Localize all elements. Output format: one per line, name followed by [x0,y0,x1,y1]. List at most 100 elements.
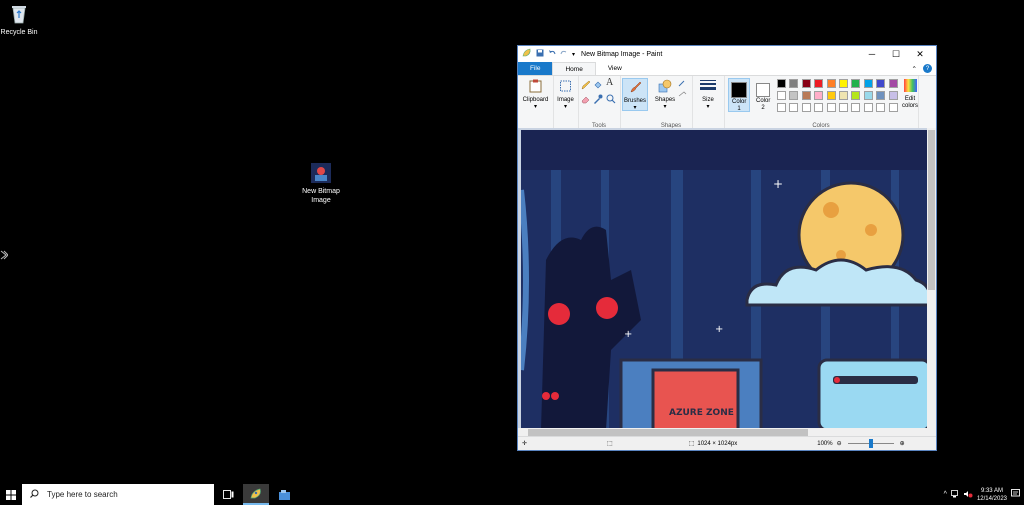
notifications-icon[interactable] [1011,489,1020,500]
palette-swatch[interactable] [839,91,848,100]
palette-swatch[interactable] [826,103,836,112]
color1-button[interactable]: Color 1 [728,78,750,112]
taskbar-file-explorer-app[interactable] [271,484,297,505]
clipboard-button[interactable]: Clipboard ▾ [520,79,551,111]
palette-swatch[interactable] [777,91,786,100]
horizontal-scroll-thumb[interactable] [528,429,808,436]
close-button[interactable]: ✕ [908,46,932,62]
palette-swatch[interactable] [814,103,824,112]
recycle-bin-icon[interactable]: Recycle Bin [0,3,47,37]
show-hidden-icons-icon[interactable]: ^ [944,491,947,498]
maximize-button[interactable]: ☐ [884,46,908,62]
bitmap-file-icon [310,162,332,184]
size-button[interactable]: Size ▾ [696,79,720,111]
new-bitmap-image-file[interactable]: New Bitmap Image [293,162,349,205]
palette-swatch[interactable] [789,103,799,112]
palette-swatch[interactable] [851,91,861,100]
palette-swatch[interactable] [789,79,799,88]
canvas-area[interactable]: + + + AZURE ZONE [518,128,936,430]
palette-swatch[interactable] [826,79,836,88]
edit-colors-label: Edit colors [901,96,918,109]
taskbar-paint-app[interactable] [243,484,269,505]
canvas-sign-text: AZURE ZONE [669,408,734,418]
zoom-in-button[interactable]: ⊕ [900,440,905,447]
palette-swatch[interactable] [888,103,898,112]
palette-swatch[interactable] [851,103,861,112]
palette-swatch[interactable] [863,91,873,100]
tab-home[interactable]: Home [552,62,596,75]
palette-swatch[interactable] [888,91,898,100]
palette-swatch[interactable] [876,103,886,112]
palette-swatch[interactable] [826,91,836,100]
clock[interactable]: 9:33 AM 12/14/2023 [977,487,1007,503]
title-bar[interactable]: ▾ New Bitmap Image - Paint ─ ☐ ✕ [518,46,936,62]
eraser-icon[interactable] [581,94,591,107]
help-icon[interactable]: ? [923,64,932,73]
paint-app-icon [522,48,532,60]
palette-swatch[interactable] [851,79,861,88]
palette-swatch[interactable] [777,79,786,88]
palette-swatch[interactable] [876,91,886,100]
palette-swatch[interactable] [801,91,811,100]
redo-icon[interactable] [560,49,568,59]
image-label: Image [557,97,574,103]
palette-swatch[interactable] [814,79,824,88]
side-expand-icon[interactable] [0,250,9,260]
shapes-dropdown-icon: ▾ [663,104,667,110]
tab-file[interactable]: File [518,62,553,75]
palette-swatch[interactable] [863,103,873,112]
palette-swatch[interactable] [839,103,848,112]
shapes-button[interactable]: Shapes ▾ [653,79,677,111]
color2-button[interactable]: Color 2 [752,78,774,112]
fill-shape-icon[interactable] [678,90,688,101]
tab-view[interactable]: View [596,62,634,75]
minimize-button[interactable]: ─ [860,46,884,62]
brushes-button[interactable]: Brushes ▾ [622,78,648,111]
magnifier-icon[interactable] [606,94,616,107]
task-view-icon [222,490,233,499]
pencil-icon[interactable] [581,80,591,93]
color-picker-icon[interactable] [593,94,603,107]
collapse-ribbon-icon[interactable]: ⌃ [912,65,917,73]
palette-swatch[interactable] [814,91,824,100]
palette-swatch[interactable] [876,79,886,88]
palette-swatch[interactable] [801,79,811,88]
palette-swatch[interactable] [801,103,811,112]
zoom-slider[interactable] [847,439,894,448]
palette-swatch[interactable] [863,79,873,88]
start-button[interactable] [0,484,22,505]
edit-colors-icon [900,79,920,95]
clipboard-group: Clipboard ▾ [518,76,554,131]
tools-group: A Tools [578,76,621,131]
network-icon[interactable] [951,489,960,500]
color2-swatch [756,83,770,97]
color1-swatch [731,82,747,98]
zoom-out-button[interactable]: ⊖ [837,440,842,447]
taskbar-search-box[interactable]: Type here to search [22,484,214,505]
window-title: New Bitmap Image - Paint [581,50,663,58]
customize-quick-access-icon[interactable]: ▾ [572,51,575,58]
ribbon: Clipboard ▾ Image ▾ A Tools Brushes ▾ Sh… [518,75,936,132]
fill-icon[interactable] [593,80,603,93]
selection-size-icon: ⬚ [607,441,613,447]
image-button[interactable]: Image ▾ [554,79,577,111]
save-icon[interactable] [536,49,544,59]
text-icon[interactable]: A [606,78,613,88]
paint-window[interactable]: ▾ New Bitmap Image - Paint ─ ☐ ✕ File Ho… [517,45,937,451]
palette-swatch[interactable] [888,79,898,88]
volume-muted-icon[interactable] [963,490,973,500]
undo-icon[interactable] [548,49,556,59]
palette-swatch[interactable] [789,91,799,100]
canvas-image[interactable]: + + + AZURE ZONE [521,130,930,430]
vertical-scrollbar[interactable] [927,128,936,428]
shapes-label: Shapes [654,97,676,103]
clock-time: 9:33 AM [980,487,1003,494]
vertical-scroll-thumb[interactable] [928,130,935,290]
palette-swatch[interactable] [839,79,848,88]
size-icon [696,79,720,96]
edit-colors-button[interactable]: Edit colors [900,79,920,110]
search-placeholder: Type here to search [47,490,118,499]
zoom-slider-thumb[interactable] [868,439,873,448]
palette-swatch[interactable] [777,103,786,112]
task-view-button[interactable] [215,484,241,505]
